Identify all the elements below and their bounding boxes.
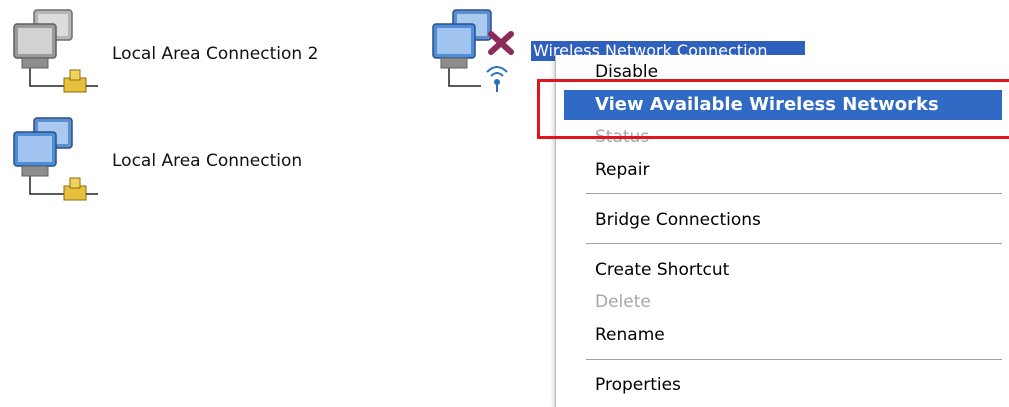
menu-separator: [586, 193, 1002, 194]
menu-separator: [586, 243, 1002, 244]
menu-item-disable[interactable]: Disable: [564, 57, 1002, 87]
menu-item-delete: Delete: [595, 292, 651, 312]
wireless-connection-icon: [432, 9, 514, 92]
menu-item-properties[interactable]: Properties: [564, 370, 1002, 400]
connection-label: Local Area Connection 2: [112, 44, 319, 64]
menu-item-repair[interactable]: Repair: [564, 155, 1002, 185]
menu-item-status: Status: [595, 127, 650, 147]
menu-separator: [586, 359, 1002, 360]
lan-connection-icon: [13, 9, 98, 93]
connection-label: Local Area Connection: [112, 151, 303, 171]
menu-item-rename[interactable]: Rename: [564, 320, 1002, 350]
menu-item-bridge-connections[interactable]: Bridge Connections: [564, 205, 1002, 235]
menu-item-view-available-wireless-networks[interactable]: View Available Wireless Networks: [564, 90, 1002, 120]
context-menu: Disable View Available Wireless Networks…: [555, 55, 1009, 407]
lan-connection-icon: [13, 117, 98, 201]
menu-item-create-shortcut[interactable]: Create Shortcut: [564, 255, 1002, 285]
